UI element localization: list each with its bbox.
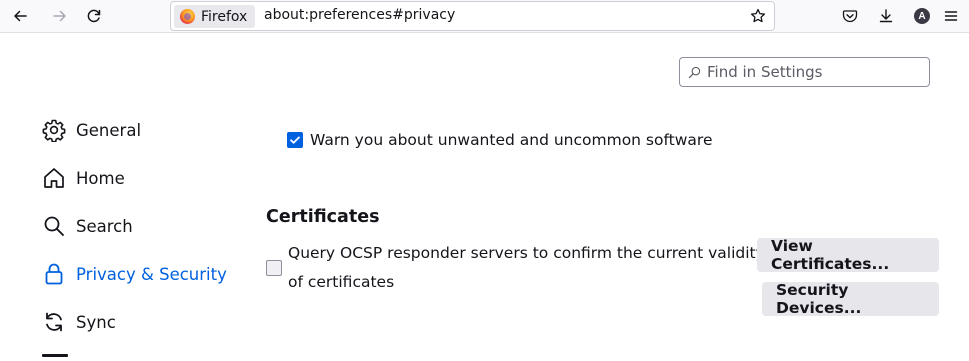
- search-icon: [688, 66, 701, 78]
- warn-unwanted-software-row[interactable]: Warn you about unwanted and uncommon sof…: [287, 126, 713, 155]
- warn-unwanted-software-checkbox[interactable]: [287, 132, 303, 148]
- firefox-logo-icon: [180, 9, 195, 24]
- back-button[interactable]: [6, 3, 34, 29]
- sidebar-item-label: Privacy & Security: [76, 264, 227, 284]
- forward-button[interactable]: [46, 3, 74, 29]
- sync-icon: [46, 312, 62, 332]
- sidebar-item-label: Search: [76, 216, 133, 236]
- sidebar-item-label: Home: [76, 168, 125, 188]
- sidebar-item-privacy-security[interactable]: Privacy & Security: [34, 254, 244, 294]
- sidebar-item-home[interactable]: Home: [34, 158, 244, 198]
- back-arrow-icon: [14, 10, 27, 22]
- reload-icon: [87, 9, 101, 23]
- sidebar-item-search[interactable]: Search: [34, 206, 244, 246]
- certificates-heading: Certificates: [266, 207, 380, 227]
- identity-label: Firefox: [201, 8, 248, 25]
- sidebar-item-sync[interactable]: Sync: [34, 302, 244, 342]
- find-in-settings-box[interactable]: [679, 57, 930, 87]
- security-devices-button[interactable]: Security Devices...: [762, 281, 939, 317]
- forward-arrow-icon: [53, 10, 66, 22]
- download-icon: [879, 9, 893, 23]
- identity-box[interactable]: Firefox: [174, 5, 256, 28]
- ocsp-label-line1: Query OCSP responder servers to confirm …: [288, 244, 765, 262]
- sidebar-item-label: Sync: [76, 312, 116, 332]
- pocket-button[interactable]: [836, 3, 864, 29]
- lock-icon: [45, 263, 63, 285]
- ocsp-checkbox[interactable]: [266, 260, 282, 276]
- menu-icon: [944, 11, 958, 21]
- sidebar-item-label: General: [76, 120, 142, 140]
- account-avatar: A: [914, 8, 930, 24]
- url-text[interactable]: about:preferences#privacy: [264, 7, 455, 23]
- find-in-settings-input[interactable]: [707, 63, 917, 81]
- ocsp-label: Query OCSP responder servers to confirm …: [288, 239, 765, 297]
- bookmark-star-button[interactable]: [746, 4, 770, 28]
- pocket-icon: [842, 10, 858, 23]
- downloads-button[interactable]: [872, 3, 900, 29]
- account-button[interactable]: A: [908, 3, 936, 29]
- reload-button[interactable]: [80, 3, 108, 29]
- warn-unwanted-software-label: Warn you about unwanted and uncommon sof…: [310, 131, 713, 149]
- home-icon: [44, 168, 64, 188]
- navigation-toolbar: Firefox about:preferences#privacy A: [0, 0, 969, 33]
- sidebar-next-item-edge: [42, 354, 68, 357]
- view-certificates-button[interactable]: View Certificates...: [757, 237, 939, 273]
- star-icon: [750, 8, 766, 23]
- url-bar[interactable]: Firefox about:preferences#privacy: [170, 1, 775, 31]
- checkmark-icon: [290, 136, 300, 144]
- search-icon: [44, 216, 64, 236]
- sidebar-item-general[interactable]: General: [34, 110, 244, 150]
- ocsp-label-line2: of certificates: [288, 273, 395, 291]
- ocsp-row[interactable]: Query OCSP responder servers to confirm …: [266, 239, 765, 297]
- app-menu-button[interactable]: [937, 3, 965, 29]
- gear-icon: [42, 119, 66, 142]
